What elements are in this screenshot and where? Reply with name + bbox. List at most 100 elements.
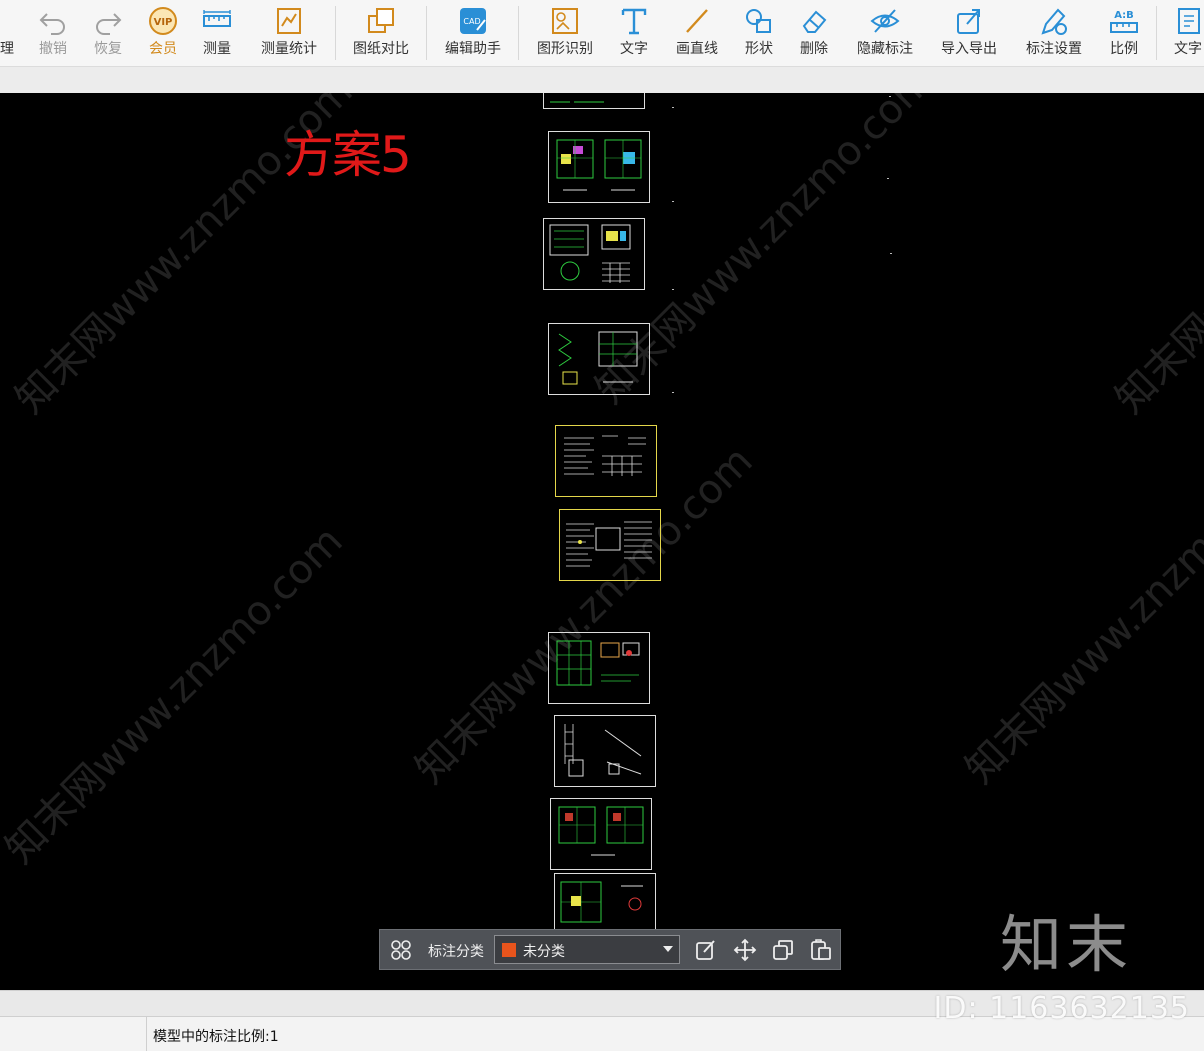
eraser-icon <box>802 10 827 33</box>
redo-button[interactable]: 恢复 <box>85 0 131 66</box>
cad-mark <box>887 178 889 179</box>
cad-mark <box>672 201 674 202</box>
sheet-content <box>558 806 644 856</box>
drawing-sheet[interactable] <box>548 323 650 395</box>
delete-button[interactable]: 删除 <box>791 0 837 66</box>
drawing-canvas[interactable]: 知末网www.znzmo.com 知末网www.znzmo.com 知末网www… <box>0 93 1204 990</box>
category-color-swatch <box>502 943 516 957</box>
scale-button[interactable]: A:B 比例 <box>1101 0 1147 66</box>
cad-mark <box>672 289 674 290</box>
cad-mark <box>889 96 891 97</box>
vip-icon: VIP <box>149 7 177 35</box>
vip-label: 会员 <box>149 41 177 57</box>
annotation-settings-button[interactable]: 标注设置 <box>1021 0 1087 66</box>
drawing-sheet[interactable] <box>550 798 652 870</box>
status-cell <box>0 1017 147 1051</box>
toolbar-divider <box>518 6 519 60</box>
scheme-title: 方案5 <box>284 126 412 184</box>
toolbar-divider <box>1156 6 1157 60</box>
compare-button[interactable]: 图纸对比 <box>348 0 414 66</box>
measure-icon <box>203 10 231 27</box>
annotation-category-label: 标注分类 <box>428 944 484 960</box>
watermark: 知末网www.znzmo.com <box>1107 93 1204 423</box>
annotation-toolbar: 标注分类 未分类 <box>379 929 841 970</box>
annotation-settings-icon <box>1041 8 1067 35</box>
drawing-sheet[interactable] <box>555 425 657 497</box>
watermark: 知末网www.znzmo.com <box>957 438 1204 793</box>
import-export-icon <box>957 9 980 34</box>
drawing-sheet[interactable] <box>543 93 645 109</box>
compare-icon <box>368 8 394 33</box>
sheet-content <box>564 435 646 476</box>
vip-badge-text: VIP <box>154 17 173 28</box>
image-id-watermark: ID: 1163632135 <box>933 991 1190 1026</box>
text-button[interactable]: 文字 <box>611 0 657 66</box>
hide-annotation-label: 隐藏标注 <box>857 41 913 57</box>
edit-assistant-label: 编辑助手 <box>445 41 501 57</box>
brand-watermark: 知末 <box>999 908 1132 981</box>
redo-icon <box>96 13 122 35</box>
measure-button[interactable]: 测量 <box>194 0 240 66</box>
undo-button[interactable]: 撤销 <box>30 0 76 66</box>
measure-stats-button[interactable]: 测量统计 <box>256 0 322 66</box>
move-icon[interactable] <box>733 938 757 962</box>
cad-mark <box>672 107 674 108</box>
selected-category: 未分类 <box>523 944 565 960</box>
import-export-button[interactable]: 导入导出 <box>936 0 1002 66</box>
scale-icon: A:B <box>1110 10 1138 33</box>
shape-recognize-label: 图形识别 <box>537 41 593 57</box>
sheet-content <box>556 640 640 686</box>
paste-icon[interactable] <box>809 938 833 962</box>
line-icon <box>686 9 708 33</box>
text-search-label: 文字 <box>1174 41 1202 57</box>
annotation-settings-label: 标注设置 <box>1026 41 1082 57</box>
shape-recognize-button[interactable]: 图形识别 <box>532 0 598 66</box>
vip-button[interactable]: VIP 会员 <box>140 0 186 66</box>
text-search-button[interactable]: 文字 <box>1168 0 1204 66</box>
sheet-content <box>549 224 631 283</box>
copy-icon[interactable] <box>771 938 795 962</box>
import-export-label: 导入导出 <box>941 41 997 57</box>
scale-label: 比例 <box>1110 41 1138 57</box>
cad-edit-icon: CAD <box>460 8 486 34</box>
cad-mark <box>672 392 674 393</box>
sheet-content <box>558 331 638 385</box>
drawing-sheet[interactable] <box>548 632 650 704</box>
hide-annotation-button[interactable]: 隐藏标注 <box>852 0 918 66</box>
line-label: 画直线 <box>676 41 718 57</box>
toolbar-gap <box>0 67 1204 93</box>
toolbar-divider <box>335 6 336 60</box>
line-button[interactable]: 画直线 <box>671 0 723 66</box>
sheet-content <box>550 101 604 103</box>
shape-button[interactable]: 形状 <box>736 0 782 66</box>
measure-stats-icon <box>277 8 301 34</box>
delete-label: 删除 <box>800 41 828 57</box>
toolbar-partial-item-label[interactable]: 理 <box>0 38 14 58</box>
shape-label: 形状 <box>745 41 773 57</box>
drawing-sheet[interactable] <box>548 131 650 203</box>
shape-recognize-icon <box>552 8 578 34</box>
annotation-scale-text: 模型中的标注比例:1 <box>153 1029 279 1045</box>
cad-badge-text: CAD <box>463 17 480 26</box>
text-label: 文字 <box>620 41 648 57</box>
redo-label: 恢复 <box>94 41 122 57</box>
undo-label: 撤销 <box>39 41 67 57</box>
scale-badge-text: A:B <box>1114 10 1134 21</box>
toolbar: 理 撤销 恢复 VIP 会员 测量 测量统计 图纸对比 CAD 编辑助手 图形识… <box>0 0 1204 67</box>
toolbar-divider <box>426 6 427 60</box>
drawing-sheet[interactable] <box>554 715 656 787</box>
undo-icon <box>39 13 65 35</box>
text-icon <box>621 8 647 35</box>
grid-menu-icon[interactable] <box>389 938 413 962</box>
drawing-sheet[interactable] <box>559 509 661 581</box>
chevron-down-icon <box>663 946 673 952</box>
measure-label: 测量 <box>203 41 231 57</box>
annotation-category-select[interactable]: 未分类 <box>494 935 680 964</box>
edit-assistant-button[interactable]: CAD 编辑助手 <box>440 0 506 66</box>
edit-icon[interactable] <box>694 938 718 962</box>
sheet-content <box>566 521 652 567</box>
sheet-content <box>564 724 642 777</box>
drawing-sheet[interactable] <box>543 218 645 290</box>
measure-stats-label: 测量统计 <box>261 41 317 57</box>
text-search-icon <box>1178 8 1200 34</box>
